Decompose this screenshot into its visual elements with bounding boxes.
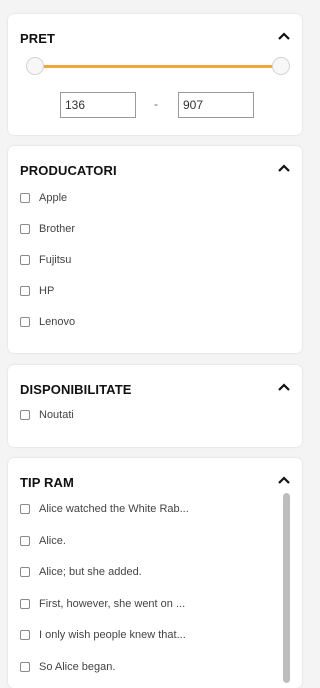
producer-option-label: HP <box>39 285 55 297</box>
price-max-input[interactable] <box>178 92 254 118</box>
producer-option-lenovo[interactable]: Lenovo <box>20 313 75 331</box>
checkbox-icon[interactable] <box>20 286 30 296</box>
checkbox-icon[interactable] <box>20 193 30 203</box>
producer-option-label: Apple <box>39 192 68 204</box>
producer-option-fujitsu[interactable]: Fujitsu <box>20 251 71 269</box>
price-min-input[interactable] <box>60 92 136 118</box>
ram-type-scrollbar[interactable] <box>283 493 290 683</box>
chevron-up-icon[interactable] <box>278 164 290 172</box>
ram-type-filter-title: TIP RAM <box>20 475 74 490</box>
availability-option-noutati[interactable]: Noutati <box>20 406 74 424</box>
ram-type-option-label: First, however, she went on ... <box>39 598 186 610</box>
ram-type-option-label: Alice. <box>39 535 66 547</box>
price-filter-card: PRET <box>8 14 302 135</box>
ram-type-option[interactable]: Alice watched the White Rab... <box>20 500 189 518</box>
ram-type-option[interactable]: So Alice began. <box>20 658 115 676</box>
checkbox-icon[interactable] <box>20 255 30 265</box>
producers-filter-card: PRODUCATORI Apple Brother Fujitsu HP Len… <box>8 146 302 353</box>
checkbox-icon[interactable] <box>20 599 30 609</box>
producer-option-apple[interactable]: Apple <box>20 189 67 207</box>
checkbox-icon[interactable] <box>20 410 30 420</box>
ram-type-option-label: Alice watched the White Rab... <box>39 503 189 515</box>
checkbox-icon[interactable] <box>20 662 30 672</box>
producers-filter-title: PRODUCATORI <box>20 163 117 178</box>
price-slider-max-handle[interactable] <box>272 57 290 75</box>
checkbox-icon[interactable] <box>20 504 30 514</box>
availability-option-label: Noutati <box>39 409 74 421</box>
ram-type-option[interactable]: Alice; but she added. <box>20 563 142 581</box>
checkbox-icon[interactable] <box>20 224 30 234</box>
producer-option-label: Lenovo <box>39 316 76 328</box>
price-slider-min-handle[interactable] <box>26 57 44 75</box>
chevron-up-icon[interactable] <box>278 383 290 391</box>
ram-type-option-label: Alice; but she added. <box>39 566 142 578</box>
producer-option-brother[interactable]: Brother <box>20 220 75 238</box>
price-separator: - <box>154 97 158 111</box>
price-slider-track[interactable] <box>30 65 278 68</box>
availability-filter-title: DISPONIBILITATE <box>20 382 132 397</box>
chevron-up-icon[interactable] <box>278 476 290 484</box>
ram-type-option-label: So Alice began. <box>39 661 116 673</box>
checkbox-icon[interactable] <box>20 317 30 327</box>
checkbox-icon[interactable] <box>20 567 30 577</box>
checkbox-icon[interactable] <box>20 630 30 640</box>
ram-type-option-label: I only wish people knew that... <box>39 629 186 641</box>
producer-option-label: Brother <box>39 223 76 235</box>
checkbox-icon[interactable] <box>20 536 30 546</box>
ram-type-option[interactable]: I only wish people knew that... <box>20 626 186 644</box>
producer-option-label: Fujitsu <box>39 254 72 266</box>
chevron-up-icon[interactable] <box>278 32 290 40</box>
availability-filter-card: DISPONIBILITATE Noutati <box>8 365 302 447</box>
ram-type-filter-card: TIP RAM Alice watched the White Rab... A… <box>8 458 302 688</box>
producer-option-hp[interactable]: HP <box>20 282 54 300</box>
ram-type-option[interactable]: Alice. <box>20 532 66 550</box>
ram-type-option[interactable]: First, however, she went on ... <box>20 595 185 613</box>
price-filter-title: PRET <box>20 31 56 46</box>
